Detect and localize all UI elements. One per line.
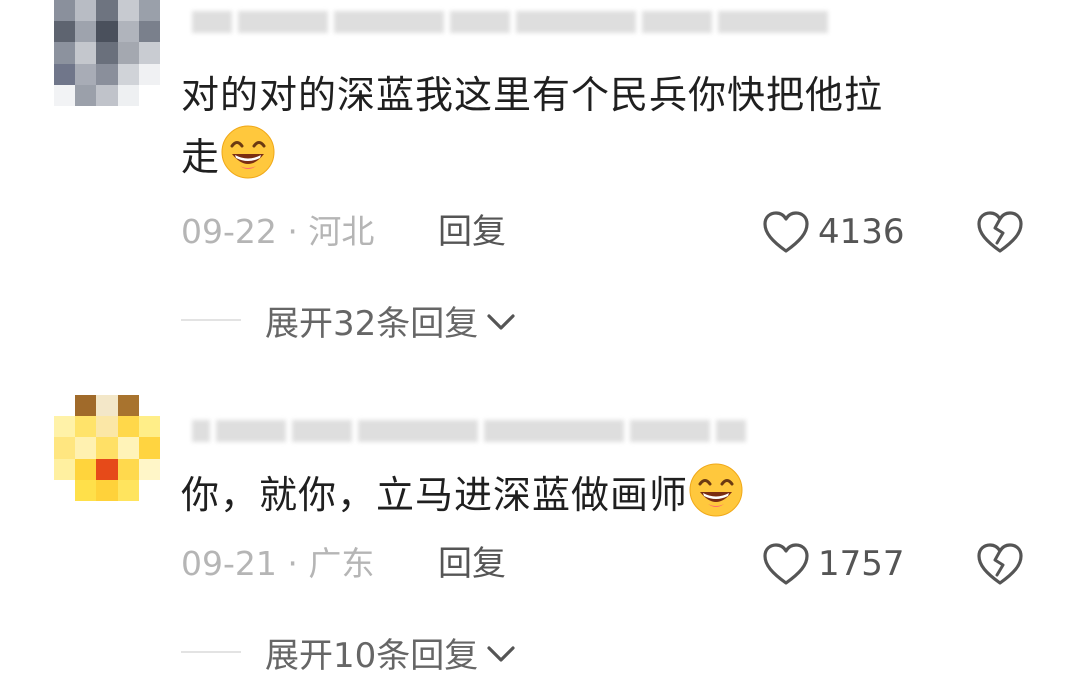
- expand-replies[interactable]: 展开10条回复: [181, 627, 516, 677]
- comment-meta: 09-21 · 广东: [181, 539, 374, 589]
- expand-replies-label: 展开32条回复: [265, 303, 479, 344]
- comment-location: 广东: [308, 544, 375, 583]
- comment-text-body: 你，就你，立马进深蓝做画师: [181, 473, 689, 517]
- divider: [181, 651, 241, 653]
- comment-text-tail: 走: [181, 135, 221, 179]
- comment-text-line: 对的对的深蓝我这里有个民兵你快把他拉: [181, 73, 884, 117]
- comment-date: 09-21: [181, 544, 277, 583]
- comment-item: 对的对的深蓝我这里有个民兵你快把他拉 走 09-22 · 河北 回复 4136: [0, 0, 1080, 360]
- comment-meta: 09-22 · 河北: [181, 207, 374, 257]
- comment-date: 09-22: [181, 212, 277, 251]
- comment-item: 你，就你，立马进深蓝做画师 09-21 · 广东 回复 1757 展开10条回复: [0, 395, 1080, 693]
- meta-separator: ·: [287, 544, 298, 583]
- grinning-emoji-icon: [689, 463, 743, 517]
- like-button[interactable]: 4136: [762, 207, 905, 257]
- like-button[interactable]: 1757: [762, 539, 905, 589]
- comment-text-line: 走: [181, 124, 1011, 186]
- chevron-down-icon: [487, 314, 515, 330]
- dislike-button[interactable]: [976, 207, 1024, 257]
- divider: [181, 319, 241, 321]
- heart-icon: [763, 211, 809, 253]
- comment-text: 你，就你，立马进深蓝做画师: [181, 462, 1011, 524]
- comment-location: 河北: [308, 212, 375, 251]
- comment-text-line: 你，就你，立马进深蓝做画师: [181, 462, 1011, 524]
- avatar[interactable]: [54, 0, 160, 106]
- grinning-emoji-icon: [221, 125, 275, 179]
- chevron-down-icon: [487, 646, 515, 662]
- avatar[interactable]: [54, 395, 160, 501]
- like-count: 1757: [818, 544, 905, 584]
- username-blurred[interactable]: [192, 411, 752, 451]
- username-blurred[interactable]: [192, 2, 834, 42]
- comment-text: 对的对的深蓝我这里有个民兵你快把他拉 走: [181, 66, 1011, 186]
- expand-replies[interactable]: 展开32条回复: [181, 295, 516, 345]
- reply-button[interactable]: 回复: [438, 539, 506, 589]
- broken-heart-icon: [977, 211, 1023, 253]
- like-count: 4136: [818, 212, 905, 252]
- meta-separator: ·: [287, 212, 298, 251]
- expand-replies-label: 展开10条回复: [265, 635, 479, 676]
- reply-button[interactable]: 回复: [438, 207, 506, 257]
- heart-icon: [763, 543, 809, 585]
- dislike-button[interactable]: [976, 539, 1024, 589]
- broken-heart-icon: [977, 543, 1023, 585]
